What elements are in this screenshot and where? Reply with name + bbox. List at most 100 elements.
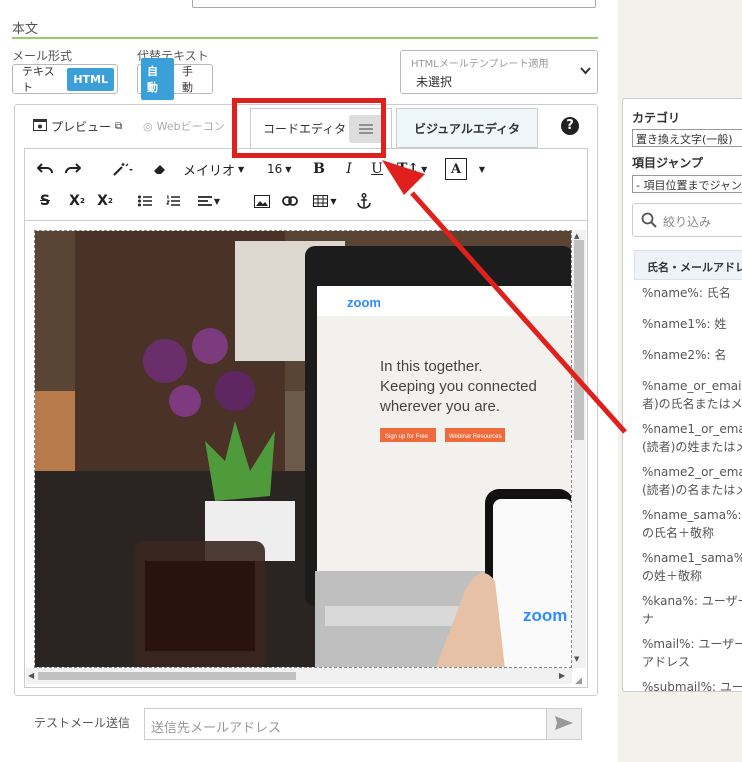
scroll-up-icon[interactable]: ▲: [574, 232, 579, 240]
italic-button[interactable]: I: [341, 159, 357, 179]
font-family-select[interactable]: メイリオ ▼: [183, 159, 244, 179]
variable-item[interactable]: %mail%: ユーザー アドレス: [642, 635, 742, 671]
variable-item[interactable]: %name1%: 姓: [642, 315, 742, 333]
table-icon[interactable]: ▼: [311, 191, 339, 211]
align-icon[interactable]: ▼: [195, 191, 223, 211]
font-size-select[interactable]: 16 ▼: [267, 159, 291, 179]
tab-visual-editor-label: ビジュアルエディタ: [414, 121, 520, 136]
search-icon: [641, 212, 657, 232]
jump-select[interactable]: - 項目位置までジャンプ: [632, 175, 742, 193]
test-mail-input[interactable]: 送信先メールアドレス: [144, 708, 548, 740]
undo-icon[interactable]: [35, 159, 55, 179]
subscript-button[interactable]: X2: [95, 191, 115, 211]
subscript-label: X: [97, 193, 108, 209]
send-icon: [555, 715, 573, 734]
help-icon[interactable]: ?: [561, 117, 579, 135]
eraser-icon[interactable]: [151, 159, 169, 179]
variable-item[interactable]: %name_or_email%: 者)の氏名またはメー: [642, 377, 742, 413]
tab-web-beacon-label: Webビーコン: [156, 120, 225, 133]
chevron-down-icon: [580, 65, 591, 78]
variable-item[interactable]: %name%: 氏名: [642, 284, 742, 302]
mail-format-html-option[interactable]: HTML: [67, 67, 114, 91]
content-photo[interactable]: In this together. Keeping you connected …: [34, 230, 572, 668]
caret-down-icon: ▼: [285, 164, 292, 174]
mail-format-text-option[interactable]: テキスト: [16, 58, 65, 100]
bullet-list-icon[interactable]: [137, 191, 153, 211]
superscript-button[interactable]: X2: [67, 191, 87, 211]
filter-search-box[interactable]: 絞り込み: [632, 203, 742, 237]
preview-icon: [33, 119, 47, 134]
category-select[interactable]: 置き換え文字(一般): [632, 129, 742, 147]
variable-item-line2: 者)の氏名またはメー: [642, 397, 742, 411]
section-divider: [12, 37, 598, 39]
redo-icon[interactable]: [63, 159, 83, 179]
jump-label: 項目ジャンプ: [632, 156, 704, 170]
caret-down-icon[interactable]: ▼: [477, 159, 487, 179]
variable-item-line2: の氏名＋敬称: [642, 526, 715, 540]
alt-text-toggle[interactable]: 自動 手動: [137, 58, 213, 100]
photo-headline-3: wherever you are.: [379, 398, 500, 415]
magic-wand-icon[interactable]: [109, 159, 137, 179]
subject-input[interactable]: [192, 0, 596, 8]
mail-format-toggle[interactable]: テキスト HTML: [12, 64, 118, 94]
photo-headline-1: In this together.: [380, 358, 483, 375]
variable-item-line1: %kana%: ユーザー: [642, 594, 742, 608]
variable-list: %name%: 氏名 %name1%: 姓 %name2%: 名 %name_o…: [642, 284, 742, 703]
image-icon[interactable]: [253, 191, 271, 211]
font-color-button[interactable]: A: [445, 158, 467, 180]
variable-item-line2: ナ: [642, 612, 655, 626]
vertical-scroll-thumb[interactable]: [574, 240, 584, 440]
variable-item[interactable]: %name1_or_email%: (読者)の姓またはメ: [642, 420, 742, 456]
scroll-down-icon[interactable]: ▼: [574, 655, 579, 663]
variable-item-line1: %name1_or_email%:: [642, 422, 742, 436]
template-select[interactable]: HTMLメールテンプレート適用 未選択: [400, 50, 598, 94]
template-select-value: 未選択: [416, 75, 453, 89]
template-select-label: HTMLメールテンプレート適用: [411, 59, 549, 70]
tab-preview[interactable]: プレビュー ⧉: [33, 118, 122, 135]
photo-btn-2: Webinar Resources: [449, 434, 502, 440]
horizontal-scroll-thumb[interactable]: [38, 672, 296, 680]
bold-button[interactable]: B: [311, 159, 327, 179]
variable-item[interactable]: %name2_or_email%: (読者)の名またはメ: [642, 463, 742, 499]
editor-toolbar: メイリオ ▼ 16 ▼ B I U T↕ ▼ A ▼ S X2 X2 ▼ ▼: [24, 148, 588, 220]
caret-down-icon: ▼: [238, 164, 245, 174]
send-button[interactable]: [546, 708, 582, 740]
variable-item-line2: (読者)の名またはメ: [642, 483, 742, 497]
numbered-list-icon[interactable]: [165, 191, 181, 211]
variable-item-line1: %name1%: 姓: [642, 317, 727, 331]
variable-item[interactable]: %name_sama%: の氏名＋敬称: [642, 506, 742, 542]
caret-down-icon: ▼: [421, 164, 428, 174]
beacon-icon: ◎: [143, 119, 153, 133]
alt-text-manual-option[interactable]: 手動: [176, 58, 209, 100]
test-mail-label: テストメール送信: [34, 716, 131, 730]
filter-search-placeholder: 絞り込み: [663, 215, 712, 229]
phone-brand: zoom: [523, 606, 567, 625]
underline-button[interactable]: U: [369, 159, 385, 179]
text-size-button[interactable]: T↕ ▼: [397, 159, 427, 179]
tab-visual-editor[interactable]: ビジュアルエディタ: [396, 108, 538, 148]
variable-item-line1: %mail%: ユーザー: [642, 637, 742, 651]
variable-item-line2: (読者)の姓またはメ: [642, 440, 742, 454]
font-size-value: 16: [267, 162, 283, 176]
photo-btn-1: Sign up for Free: [385, 434, 429, 440]
variable-item[interactable]: %submail%: ユー: [642, 678, 742, 696]
variable-item[interactable]: %name2%: 名: [642, 346, 742, 364]
variable-item[interactable]: %kana%: ユーザーナ: [642, 592, 742, 628]
resize-handle-icon[interactable]: ◢: [575, 676, 582, 686]
font-family-value: メイリオ: [183, 163, 236, 179]
strikethrough-icon[interactable]: S: [37, 191, 53, 211]
scroll-right-icon[interactable]: ▶: [559, 671, 565, 680]
variable-item-line1: %name_or_email%:: [642, 379, 742, 393]
variable-item-line2: の姓＋敬称: [642, 569, 703, 583]
alt-text-auto-option[interactable]: 自動: [141, 58, 174, 100]
link-icon[interactable]: [281, 191, 299, 211]
tab-preview-label: プレビュー: [51, 120, 112, 134]
variable-item[interactable]: %name1_sama%: の姓＋敬称: [642, 549, 742, 585]
tab-web-beacon[interactable]: ◎ Webビーコン: [143, 118, 225, 134]
variable-item-line2: アドレス: [642, 655, 691, 669]
external-link-icon: ⧉: [115, 121, 123, 132]
anchor-icon[interactable]: [355, 191, 373, 211]
photo-headline-2: Keeping you connected: [380, 378, 537, 395]
variable-item-line1: %name1_sama%:: [642, 551, 742, 565]
scroll-left-icon[interactable]: ◀: [28, 671, 34, 680]
